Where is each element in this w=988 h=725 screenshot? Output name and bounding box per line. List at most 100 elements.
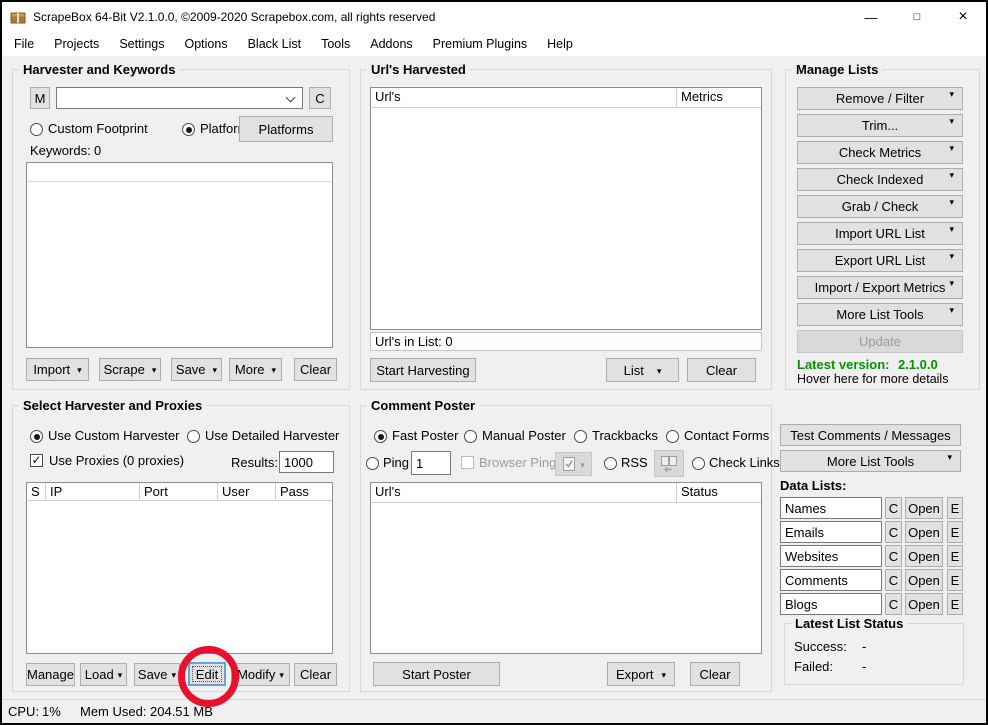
custom-footprint-radio[interactable] [30, 123, 43, 136]
column-ip[interactable]: IP [46, 483, 140, 500]
fast-poster-radio[interactable] [374, 430, 387, 443]
clear-emails-button[interactable]: C [885, 521, 902, 543]
start-poster-button[interactable]: Start Poster [373, 662, 500, 686]
menu-addons[interactable]: Addons [360, 32, 422, 56]
edit-proxies-button[interactable]: Edit [188, 662, 226, 686]
more-list-tools-button-top[interactable]: More List Tools▾ [797, 303, 963, 326]
manage-proxies-button[interactable]: Manage [26, 663, 75, 686]
test-comments-button[interactable]: Test Comments / Messages [780, 424, 961, 446]
import-export-metrics-button[interactable]: Import / Export Metrics▾ [797, 276, 963, 299]
data-list-input-names[interactable] [780, 497, 882, 519]
use-detailed-harvester-radio[interactable] [187, 430, 200, 443]
clear-footprint-button[interactable]: C [309, 87, 331, 109]
ping-count-input[interactable] [411, 451, 451, 475]
export-button[interactable]: Export▾ [607, 662, 675, 686]
custom-footprint-label[interactable]: Custom Footprint [48, 121, 148, 136]
clear-keywords-button[interactable]: Clear [294, 358, 337, 381]
load-proxies-button[interactable]: Load▾ [80, 663, 127, 686]
contact-forms-label[interactable]: Contact Forms [684, 428, 769, 443]
modify-proxies-button[interactable]: Modify▾ [231, 663, 290, 686]
menu-projects[interactable]: Projects [44, 32, 109, 56]
check-links-radio[interactable] [692, 457, 705, 470]
fast-poster-label[interactable]: Fast Poster [392, 428, 458, 443]
clear-websites-button[interactable]: C [885, 545, 902, 567]
more-list-tools-button-bottom[interactable]: More List Tools▾ [780, 450, 961, 472]
contact-forms-radio[interactable] [666, 430, 679, 443]
data-list-input-comments[interactable] [780, 569, 882, 591]
clear-blogs-button[interactable]: C [885, 593, 902, 615]
open-blogs-button[interactable]: Open [905, 593, 943, 615]
more-keywords-button[interactable]: More▾ [229, 358, 282, 381]
ping-label[interactable]: Ping [383, 455, 409, 470]
harvested-urls-table[interactable]: Url's Metrics [370, 87, 762, 330]
export-url-list-button[interactable]: Export URL List▾ [797, 249, 963, 272]
menu-options[interactable]: Options [174, 32, 237, 56]
use-proxies-checkbox[interactable]: ✓ [30, 454, 43, 467]
open-comments-button[interactable]: Open [905, 569, 943, 591]
edit-websites-button[interactable]: E [947, 545, 963, 567]
check-indexed-button[interactable]: Check Indexed▾ [797, 168, 963, 191]
menu-black-list[interactable]: Black List [238, 32, 312, 56]
open-names-button[interactable]: Open [905, 497, 943, 519]
column-poster-urls[interactable]: Url's [371, 483, 677, 502]
use-custom-harvester-label[interactable]: Use Custom Harvester [48, 428, 179, 443]
save-proxies-button[interactable]: Save▾ [134, 663, 180, 686]
use-custom-harvester-radio[interactable] [30, 430, 43, 443]
data-list-input-blogs[interactable] [780, 593, 882, 615]
trackbacks-label[interactable]: Trackbacks [592, 428, 658, 443]
use-proxies-label[interactable]: Use Proxies (0 proxies) [49, 453, 184, 468]
clear-names-button[interactable]: C [885, 497, 902, 519]
close-button[interactable]: × [940, 2, 986, 32]
clear-proxies-button[interactable]: Clear [294, 663, 337, 686]
clear-comments-button[interactable]: C [885, 569, 902, 591]
list-button[interactable]: List▾ [606, 358, 679, 382]
platforms-radio[interactable] [182, 123, 195, 136]
check-links-label[interactable]: Check Links [709, 455, 780, 470]
edit-comments-button[interactable]: E [947, 569, 963, 591]
trim-button[interactable]: Trim...▾ [797, 114, 963, 137]
save-keywords-button[interactable]: Save▾ [171, 358, 222, 381]
poster-urls-table[interactable]: Url's Status [370, 482, 762, 654]
start-harvesting-button[interactable]: Start Harvesting [370, 358, 476, 382]
footprint-combobox[interactable] [56, 87, 303, 109]
minimize-button[interactable]: — [848, 2, 894, 32]
scrape-button[interactable]: Scrape▾ [99, 358, 161, 381]
edit-blogs-button[interactable]: E [947, 593, 963, 615]
results-input[interactable] [279, 451, 334, 473]
rss-label[interactable]: RSS [621, 455, 648, 470]
clear-harvested-button[interactable]: Clear [687, 358, 756, 382]
menu-settings[interactable]: Settings [109, 32, 174, 56]
column-urls[interactable]: Url's [371, 88, 677, 107]
use-detailed-harvester-label[interactable]: Use Detailed Harvester [205, 428, 339, 443]
import-keywords-button[interactable]: Import▾ [26, 358, 89, 381]
column-status[interactable]: Status [677, 483, 761, 502]
import-url-list-button[interactable]: Import URL List▾ [797, 222, 963, 245]
open-websites-button[interactable]: Open [905, 545, 943, 567]
menu-tools[interactable]: Tools [311, 32, 360, 56]
grab-check-button[interactable]: Grab / Check▾ [797, 195, 963, 218]
data-list-input-websites[interactable] [780, 545, 882, 567]
keywords-listbox[interactable] [26, 162, 333, 348]
remove-filter-button[interactable]: Remove / Filter▾ [797, 87, 963, 110]
rss-radio[interactable] [604, 457, 617, 470]
menu-file[interactable]: File [4, 32, 44, 56]
edit-names-button[interactable]: E [947, 497, 963, 519]
trackbacks-radio[interactable] [574, 430, 587, 443]
manual-poster-label[interactable]: Manual Poster [482, 428, 566, 443]
clear-poster-button[interactable]: Clear [690, 662, 740, 686]
manual-poster-radio[interactable] [464, 430, 477, 443]
column-s[interactable]: S [27, 483, 46, 500]
menu-premium-plugins[interactable]: Premium Plugins [423, 32, 537, 56]
check-metrics-button[interactable]: Check Metrics▾ [797, 141, 963, 164]
ping-radio[interactable] [366, 457, 379, 470]
column-user[interactable]: User [218, 483, 276, 500]
maximize-button[interactable]: □ [894, 2, 940, 32]
proxies-table[interactable]: S IP Port User Pass [26, 482, 333, 654]
open-emails-button[interactable]: Open [905, 521, 943, 543]
edit-emails-button[interactable]: E [947, 521, 963, 543]
column-pass[interactable]: Pass [276, 483, 332, 500]
column-metrics[interactable]: Metrics [677, 88, 761, 107]
data-list-input-emails[interactable] [780, 521, 882, 543]
merge-button[interactable]: M [30, 87, 50, 109]
platforms-button[interactable]: Platforms [239, 116, 333, 142]
